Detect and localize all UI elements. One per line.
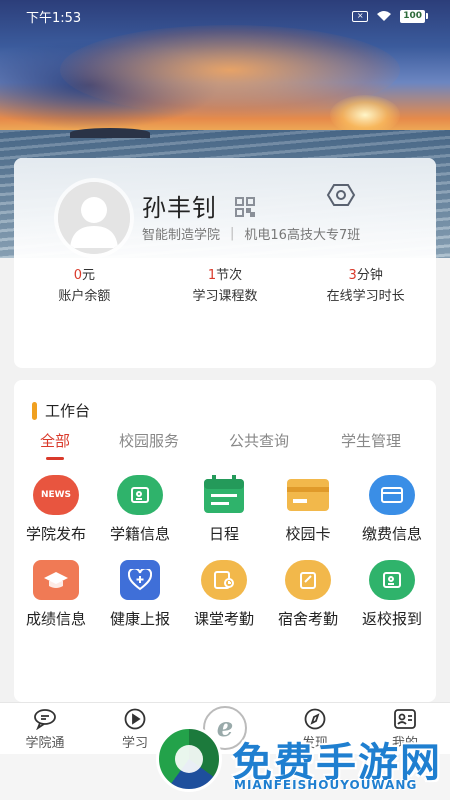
college-name: 智能制造学院: [142, 228, 221, 243]
payment-card-icon: [369, 475, 415, 515]
meta-divider: |: [230, 226, 235, 241]
app-label: 日程: [208, 525, 239, 543]
status-bar: 下午1:53 × 100: [0, 0, 450, 32]
stat-balance[interactable]: 0元 账户余额: [14, 264, 155, 304]
campus-card-icon: [285, 475, 331, 515]
tab-campus-services[interactable]: 校园服务: [96, 430, 202, 451]
profile-card: 孙丰钊 智能制造学院 | 机电16高技大专7班 0元 账户余额 1节次 学习课程…: [14, 158, 436, 368]
tab-all[interactable]: 全部: [14, 430, 96, 451]
title-accent-bar: [32, 401, 37, 420]
attendance-clock-icon: [201, 560, 247, 600]
qr-code-icon[interactable]: [234, 196, 256, 218]
app-schedule[interactable]: 日程: [182, 475, 266, 544]
watermark-logo-icon: [156, 726, 222, 792]
play-circle-icon: [124, 708, 146, 730]
return-report-icon: [369, 560, 415, 600]
health-heart-icon: [120, 560, 160, 600]
app-grades[interactable]: 成绩信息: [14, 560, 98, 629]
app-label: 校园卡: [285, 525, 331, 543]
app-grid: NEWS 学院发布 学籍信息 日程 校园卡 缴费信息 成绩信息 健康上报 课堂考…: [14, 475, 436, 629]
app-label: 成绩信息: [25, 610, 86, 628]
news-icon: NEWS: [33, 475, 79, 515]
status-time: 下午1:53: [26, 10, 82, 26]
student-card-icon: [117, 475, 163, 515]
app-student-status[interactable]: 学籍信息: [98, 475, 182, 544]
app-label: 宿舍考勤: [277, 610, 338, 628]
app-label: 返校报到: [361, 610, 422, 628]
app-label: 学院发布: [25, 525, 86, 543]
app-label: 健康上报: [109, 610, 170, 628]
app-label: 课堂考勤: [193, 610, 254, 628]
no-sim-icon: ×: [352, 10, 369, 22]
tab-student-management[interactable]: 学生管理: [316, 430, 426, 451]
app-label: 缴费信息: [361, 525, 422, 543]
battery-icon: 100: [400, 9, 428, 23]
dorm-checkin-icon: [285, 560, 331, 600]
chat-bubble-icon: [34, 709, 56, 730]
watermark-subtitle: MIANFEISHOUYOUWANG: [234, 778, 418, 792]
category-tabs: 全部 校园服务 公共查询 学生管理: [14, 430, 436, 451]
app-college-news[interactable]: NEWS 学院发布: [14, 475, 98, 544]
wifi-icon: [376, 10, 392, 22]
app-health-report[interactable]: 健康上报: [98, 560, 182, 629]
watermark: 免费手游网 MIANFEISHOUYOUWANG: [150, 718, 450, 800]
tab-public-query[interactable]: 公共查询: [202, 430, 316, 451]
stat-label: 在线学习时长: [326, 289, 405, 304]
stat-label: 账户余额: [58, 289, 111, 304]
app-label: 学籍信息: [109, 525, 170, 543]
class-name: 机电16高技大专7班: [244, 228, 361, 243]
calendar-icon: [201, 475, 247, 515]
workbench-card: 工作台 全部 校园服务 公共查询 学生管理 NEWS 学院发布 学籍信息 日程: [14, 380, 436, 702]
stat-courses[interactable]: 1节次 学习课程数: [155, 264, 296, 304]
stats-row: 0元 账户余额 1节次 学习课程数 3分钟 在线学习时长: [14, 264, 436, 304]
stat-label: 学习课程数: [192, 289, 258, 304]
workbench-title: 工作台: [45, 402, 91, 420]
settings-hexagon-icon[interactable]: [326, 180, 356, 210]
avatar[interactable]: [58, 182, 130, 254]
app-payment-info[interactable]: 缴费信息: [350, 475, 434, 544]
nav-xueyuantong[interactable]: 学院通: [0, 703, 90, 754]
app-dorm-attendance[interactable]: 宿舍考勤: [266, 560, 350, 629]
app-class-attendance[interactable]: 课堂考勤: [182, 560, 266, 629]
graduation-cap-icon: [33, 560, 79, 600]
app-campus-card[interactable]: 校园卡: [266, 475, 350, 544]
stat-study-time[interactable]: 3分钟 在线学习时长: [295, 264, 436, 304]
app-return-report[interactable]: 返校报到: [350, 560, 434, 629]
user-name: 孙丰钊: [142, 194, 217, 222]
